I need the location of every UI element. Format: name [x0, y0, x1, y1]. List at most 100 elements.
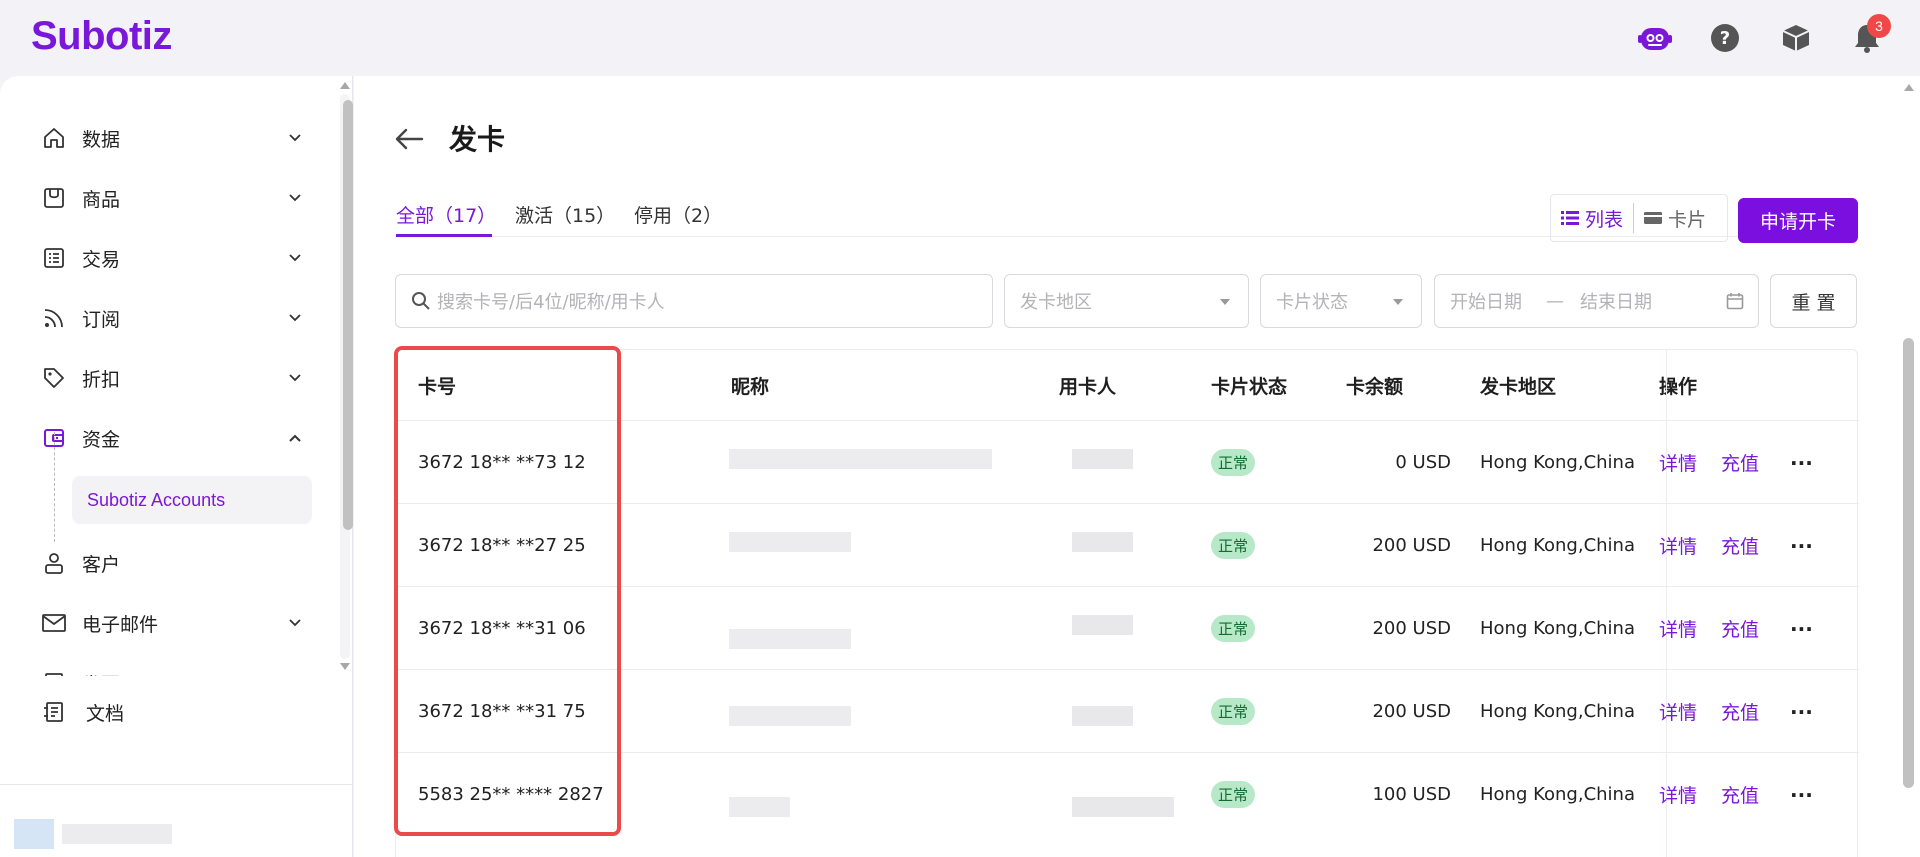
- sidebar-item-email[interactable]: 电子邮件: [40, 598, 302, 648]
- recharge-label[interactable]: 充值: [1721, 781, 1759, 808]
- sidebar-item-subscriptions[interactable]: 订阅: [40, 293, 302, 343]
- detail-label[interactable]: 详情: [1659, 449, 1697, 476]
- search-placeholder: 搜索卡号/后4位/昵称/用卡人: [437, 292, 665, 313]
- sidebar-item-label: 发票: [82, 670, 120, 677]
- action-recharge-link[interactable]: 充值: [1721, 753, 1759, 836]
- card-status-cell: 正常: [1211, 421, 1256, 504]
- region: Hong Kong,China: [1480, 701, 1635, 722]
- view-list-label: 列表: [1585, 208, 1624, 231]
- region: Hong Kong,China: [1480, 618, 1635, 639]
- scroll-up-arrow-icon[interactable]: [1903, 82, 1915, 92]
- action-recharge-link[interactable]: 充值: [1721, 587, 1759, 670]
- balance: 200 USD: [1372, 701, 1451, 722]
- date-range-picker[interactable]: 开始日期 — 结束日期: [1434, 274, 1759, 328]
- document-icon: [40, 698, 68, 726]
- status-placeholder: 卡片状态: [1276, 292, 1348, 313]
- region-select[interactable]: 发卡地区: [1004, 274, 1249, 328]
- invoice-icon: [40, 669, 68, 676]
- card-status-select[interactable]: 卡片状态: [1260, 274, 1422, 328]
- chevron-down-icon: [288, 613, 302, 635]
- balance: 100 USD: [1372, 784, 1451, 805]
- region: Hong Kong,China: [1480, 784, 1635, 805]
- recharge-label[interactable]: 充值: [1721, 615, 1759, 642]
- tab-all[interactable]: 全部（17）: [396, 201, 496, 237]
- column-header-actions: 操作: [1659, 375, 1698, 398]
- reset-button[interactable]: 重 置: [1770, 274, 1857, 328]
- column-header-balance: 卡余额: [1346, 375, 1404, 398]
- sidebar-item-data[interactable]: 数据: [40, 113, 302, 163]
- sidebar-item-funds[interactable]: 资金: [40, 413, 302, 463]
- assistant-icon[interactable]: [1637, 20, 1673, 56]
- more-actions-icon[interactable]: ···: [1790, 504, 1813, 587]
- sidebar-item-label: 电子邮件: [82, 613, 159, 636]
- action-detail-link[interactable]: 详情: [1659, 587, 1697, 670]
- sidebar-scrollbar[interactable]: [334, 76, 354, 676]
- more-actions-icon[interactable]: ···: [1790, 753, 1813, 836]
- bell-icon[interactable]: 3: [1849, 14, 1891, 56]
- recharge-label[interactable]: 充值: [1721, 532, 1759, 559]
- action-recharge-link[interactable]: 充值: [1721, 421, 1759, 504]
- caret-down-icon: [1393, 299, 1403, 305]
- cardholder-blurred: [1072, 615, 1133, 639]
- sidebar-subitem-subotiz-accounts[interactable]: Subotiz Accounts: [72, 476, 312, 524]
- action-detail-link[interactable]: 详情: [1659, 753, 1697, 836]
- docs-label: 文档: [86, 702, 125, 725]
- sidebar-item-discounts[interactable]: 折扣: [40, 353, 302, 403]
- action-recharge-link[interactable]: 充值: [1721, 670, 1759, 753]
- main-scroll-thumb[interactable]: [1903, 338, 1914, 788]
- sidebar-item-transactions[interactable]: 交易: [40, 233, 302, 283]
- balance: 200 USD: [1372, 535, 1451, 556]
- detail-label[interactable]: 详情: [1659, 615, 1697, 642]
- recharge-label[interactable]: 充值: [1721, 698, 1759, 725]
- sidebar-item-docs[interactable]: 文档: [40, 692, 124, 732]
- user-account-blurred[interactable]: [14, 814, 214, 854]
- action-detail-link[interactable]: 详情: [1659, 504, 1697, 587]
- main-scrollbar[interactable]: [1898, 76, 1920, 857]
- action-recharge-link[interactable]: 充值: [1721, 504, 1759, 587]
- detail-label[interactable]: 详情: [1659, 532, 1697, 559]
- cardholder-blurred: [1072, 532, 1133, 556]
- sidebar-item-label: 客户: [82, 553, 121, 576]
- notification-badge: 3: [1867, 14, 1891, 38]
- search-input[interactable]: 搜索卡号/后4位/昵称/用卡人: [395, 274, 993, 328]
- chevron-down-icon: [288, 128, 302, 150]
- chevron-down-icon: [288, 248, 302, 270]
- more-actions-icon[interactable]: ···: [1790, 670, 1813, 753]
- view-card-label: 卡片: [1668, 208, 1707, 231]
- person-icon: [40, 549, 68, 577]
- column-header-region: 发卡地区: [1480, 375, 1557, 398]
- view-card-button[interactable]: 卡片: [1633, 203, 1716, 233]
- more-actions-icon[interactable]: ···: [1790, 421, 1813, 504]
- more-actions-icon[interactable]: ···: [1790, 587, 1813, 670]
- action-detail-link[interactable]: 详情: [1659, 670, 1697, 753]
- avatar: [14, 819, 54, 849]
- card-number-highlight-box: [394, 346, 621, 836]
- scroll-down-arrow-icon[interactable]: [339, 662, 351, 672]
- tab-disabled[interactable]: 停用（2）: [634, 201, 722, 237]
- sidebar-item-customers[interactable]: 客户: [40, 538, 302, 588]
- home-icon: [40, 124, 68, 152]
- action-detail-link[interactable]: 详情: [1659, 421, 1697, 504]
- box-icon[interactable]: [1778, 20, 1814, 56]
- tab-active[interactable]: 激活（15）: [515, 201, 615, 237]
- detail-label[interactable]: 详情: [1659, 781, 1697, 808]
- help-icon[interactable]: ?: [1707, 20, 1743, 56]
- app-logo[interactable]: Subotiz: [31, 14, 172, 59]
- view-list-button[interactable]: 列表: [1551, 203, 1633, 233]
- sidebar-item-products[interactable]: 商品: [40, 173, 302, 223]
- top-bar: Subotiz ? 3: [0, 0, 1920, 76]
- detail-label[interactable]: 详情: [1659, 698, 1697, 725]
- apply-card-button[interactable]: 申请开卡: [1738, 198, 1858, 243]
- nickname-blurred: [729, 629, 851, 653]
- recharge-label[interactable]: 充值: [1721, 449, 1759, 476]
- sidebar-item-label: 交易: [82, 248, 121, 271]
- nickname-blurred: [729, 532, 851, 556]
- user-name-blurred: [62, 824, 172, 844]
- sidebar-scroll-thumb[interactable]: [343, 100, 353, 530]
- scroll-up-arrow-icon[interactable]: [339, 80, 351, 90]
- calendar-icon: [1726, 293, 1744, 310]
- card-status-cell: 正常: [1211, 587, 1256, 670]
- sidebar-item-invoices[interactable]: 发票: [40, 658, 302, 676]
- chevron-down-icon: [288, 368, 302, 390]
- back-arrow-icon[interactable]: [392, 122, 426, 156]
